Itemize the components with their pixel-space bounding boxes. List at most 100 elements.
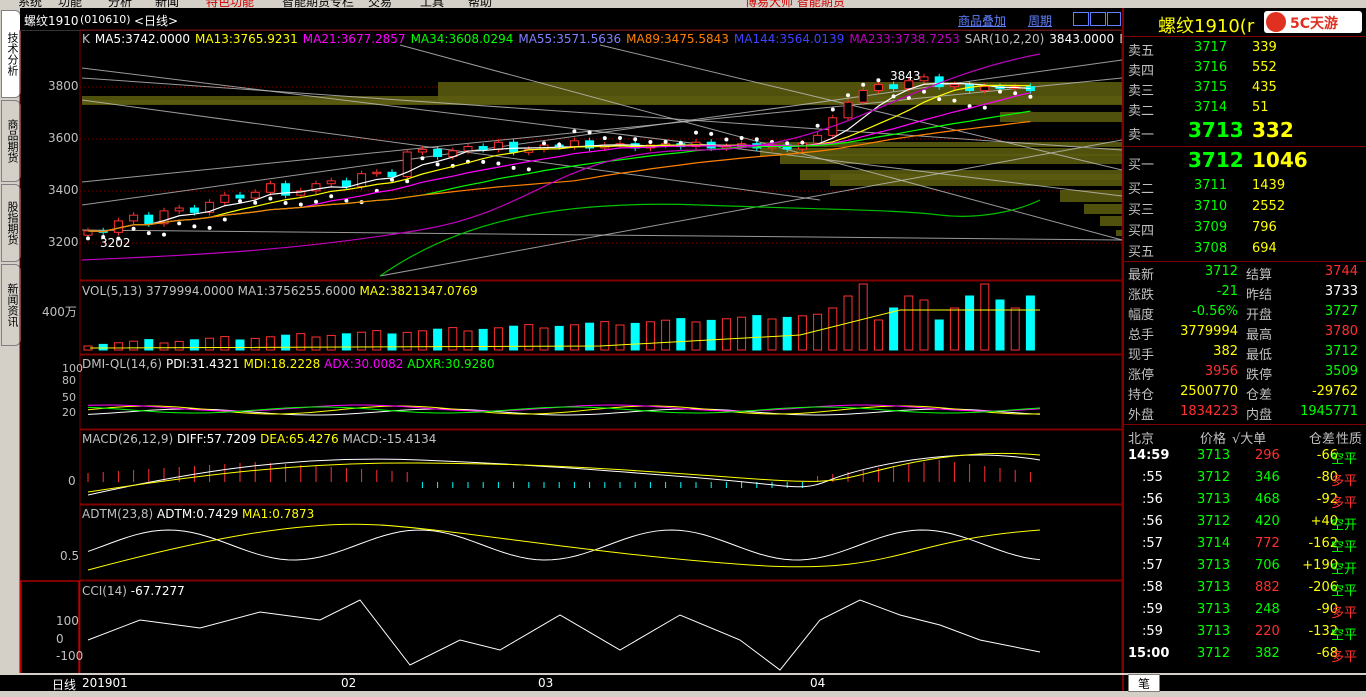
taskbar <box>0 691 1366 697</box>
tick-nature: 空开 <box>1331 562 1358 577</box>
tick-volume: 706 <box>1255 558 1280 573</box>
volume-bar <box>691 321 701 351</box>
tick-nature: 多平 <box>1331 474 1358 489</box>
stat-label: 持仓 <box>1128 388 1155 403</box>
sar-dot <box>785 141 790 146</box>
date-tick-2: 03 <box>538 676 554 690</box>
tick-volume: 468 <box>1255 492 1280 507</box>
candle-body <box>357 173 367 188</box>
tick-nature: 多平 <box>1331 496 1358 511</box>
quote-row: :59 3713 248 -90 多平 <box>1124 600 1366 622</box>
volume-profile-bar <box>830 174 1122 186</box>
ask-price: 3716 <box>1194 60 1228 75</box>
stat-label: 最新 <box>1128 268 1155 283</box>
stat-label: 昨结 <box>1246 288 1273 303</box>
quote-row: 买三 3710 2552 <box>1124 197 1366 218</box>
quote-row: 涨停 3956 跌停 3509 <box>1124 362 1366 383</box>
logo-text: 5C天游 <box>1290 16 1339 32</box>
quote-title-bar: 螺纹1910(r 5C天游 <box>1124 8 1366 37</box>
ma-legend-item: MA89:3475.5843 <box>626 32 729 46</box>
bid-label: 买五 <box>1128 245 1155 260</box>
macd-axis-label: 0 <box>68 474 76 488</box>
bid-label: 买三 <box>1128 203 1155 218</box>
tick-tab[interactable]: 笔 <box>1128 674 1160 692</box>
stat-value: 3744 <box>1324 264 1358 279</box>
quote-row: 14:59 3713 296 -66 空平 <box>1124 446 1366 468</box>
macd-value: MACD:-15.4134 <box>342 432 437 446</box>
date-tick-1: 02 <box>341 676 357 690</box>
tick-nature: 多平 <box>1331 650 1358 665</box>
ma-legend-item: MA5:3742.0000 <box>94 32 191 46</box>
main-indicator-legend: K MA5:3742.0000 MA13:3765.9231 MA21:3677.28… <box>82 32 1206 46</box>
stat-value: 3956 <box>1204 364 1238 379</box>
tick-volume: 772 <box>1255 536 1280 551</box>
ma-legend-item: MA55:3571.5636 <box>518 32 622 46</box>
tick-header-vol[interactable]: √大单 <box>1232 428 1266 447</box>
volume-bar <box>873 319 883 351</box>
dmi-mdi: MDI:18.2228 <box>243 357 321 371</box>
ask-price: 3714 <box>1194 100 1228 115</box>
stat-value: -21 <box>1216 284 1238 299</box>
candle-body <box>980 86 990 92</box>
tick-price: 3712 <box>1197 646 1231 661</box>
quote-row: 总手 3779994 最高 3780 <box>1124 322 1366 343</box>
tick-nature: 空开 <box>1331 518 1358 533</box>
sar-dot <box>739 135 744 140</box>
ma-legend-item: MA34:3608.0294 <box>410 32 514 46</box>
stat-label: 仓差 <box>1246 388 1273 403</box>
vol-legend: VOL(5,13) 3779994.0000 MA1:3756255.6000 … <box>82 284 478 298</box>
volume-bar <box>858 283 868 351</box>
quote-row: 涨跌 -21 昨结 3733 <box>1124 282 1366 303</box>
candle-body <box>509 141 519 153</box>
volume-bar <box>676 318 686 351</box>
quote-row: :57 3713 706 +190 空开 <box>1124 556 1366 578</box>
volume-bar <box>737 316 747 351</box>
bid-volume: 796 <box>1252 220 1277 235</box>
adtm-axis-label: 0.5 <box>60 549 80 563</box>
price-axis-label: 3800 <box>48 79 79 93</box>
sar-dot <box>633 137 638 142</box>
price-axis-label: 3400 <box>48 183 79 197</box>
tick-header-nature: 性质 <box>1336 432 1363 447</box>
candle-body <box>843 101 853 119</box>
candle-body <box>858 90 868 103</box>
volume-bar <box>189 339 199 351</box>
stat-value: -29762 <box>1311 384 1358 399</box>
sar-dot <box>982 105 987 110</box>
tick-time: :56 <box>1142 514 1163 529</box>
sar-dot <box>146 231 151 236</box>
ask-volume: 51 <box>1252 100 1269 115</box>
tick-time: :57 <box>1142 558 1163 573</box>
price-axis-label: 3600 <box>48 131 79 145</box>
volume-bar <box>174 340 184 351</box>
volume-bar <box>615 324 625 351</box>
stat-label: 跌停 <box>1246 368 1273 383</box>
stat-label: 最低 <box>1246 348 1273 363</box>
tick-volume: 346 <box>1255 470 1280 485</box>
sar-dot <box>587 130 592 135</box>
stat-value: 3509 <box>1324 364 1358 379</box>
macd-legend: MACD(26,12,9) DIFF:57.7209 DEA:65.4276 M… <box>82 432 436 446</box>
volume-profile-bar <box>780 154 1122 164</box>
candle-body <box>889 84 899 90</box>
candle-body <box>919 76 929 82</box>
candle-body <box>493 141 503 150</box>
date-tick-0: 201901 <box>82 676 128 690</box>
sar-dot <box>952 98 957 103</box>
sar-dot <box>937 97 942 102</box>
quote-row: 买四 3709 796 <box>1124 218 1366 239</box>
ask-volume: 339 <box>1252 40 1277 55</box>
tick-nature: 空平 <box>1331 452 1358 467</box>
volume-bar <box>235 339 245 351</box>
candle-body <box>189 207 199 213</box>
bid-price: 3708 <box>1194 241 1228 256</box>
trend-line <box>379 139 1123 277</box>
adtm-label: ADTM(23,8) <box>82 507 154 521</box>
ask-volume: 435 <box>1252 80 1277 95</box>
sar-dot <box>177 221 182 226</box>
tick-time: :57 <box>1142 536 1163 551</box>
volume-bar <box>706 319 716 351</box>
ask-label: 卖一 <box>1128 128 1155 143</box>
cci-legend: CCI(14) -67.7277 <box>82 584 185 598</box>
tick-header-diff: 仓差 <box>1309 432 1336 447</box>
